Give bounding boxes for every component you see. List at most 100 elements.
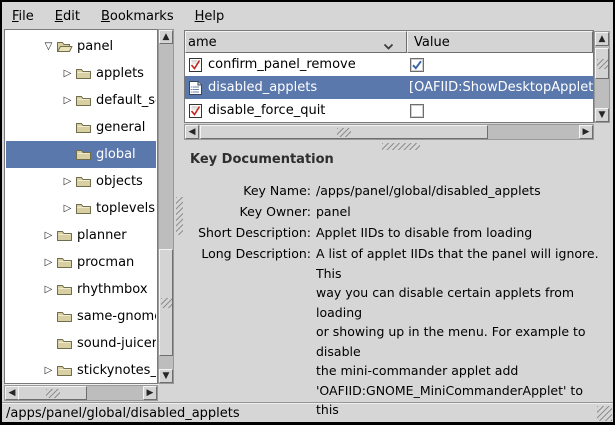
- folder-icon: [75, 121, 94, 135]
- tree-item-label: rhythmbox: [75, 282, 148, 297]
- tree-item-stickynotes[interactable]: ▷ stickynotes_: [6, 357, 156, 382]
- key-name-cell: confirm_panel_remove: [185, 57, 407, 72]
- key-name-label: confirm_panel_remove: [208, 57, 356, 72]
- vertical-pane-splitter[interactable]: [175, 29, 183, 401]
- tree-hscrollbar[interactable]: ◀ ▶: [4, 385, 158, 401]
- window-resize-grip[interactable]: [597, 406, 612, 421]
- folder-icon: [75, 175, 94, 189]
- expander-closed-icon[interactable]: ▷: [41, 231, 56, 241]
- expander-closed-icon[interactable]: ▷: [41, 366, 56, 376]
- list-vscrollbar[interactable]: ▲ ▼: [594, 31, 610, 123]
- tree-hscroll-thumb[interactable]: [18, 386, 87, 400]
- tree-item-objects[interactable]: ▷ objects: [6, 168, 156, 195]
- bool-key-icon: [188, 58, 203, 72]
- folder-icon: [56, 256, 75, 270]
- doc-field-label: Key Owner:: [184, 202, 314, 222]
- scroll-left-arrow-icon[interactable]: ◀: [185, 125, 199, 139]
- doc-field-label: Long Description:: [184, 244, 314, 425]
- tree-item-sound-juicer[interactable]: sound-juicer: [6, 330, 156, 357]
- tree-item-rhythmbox[interactable]: ▷ rhythmbox: [6, 276, 156, 303]
- key-list-header: ame Value: [185, 31, 593, 53]
- expander-closed-icon[interactable]: ▷: [60, 96, 75, 106]
- column-header-value-label: Value: [414, 35, 450, 50]
- statusbar-text: /apps/panel/global/disabled_applets: [6, 406, 240, 421]
- tree-item-label: planner: [75, 228, 127, 243]
- folder-icon: [56, 283, 75, 297]
- scroll-right-arrow-icon[interactable]: ▶: [143, 386, 157, 400]
- folder-icon: [56, 229, 75, 243]
- tree-item-applets[interactable]: ▷ applets: [6, 60, 156, 87]
- scroll-left-arrow-icon[interactable]: ◀: [5, 386, 19, 400]
- tree-vscrollbar[interactable]: ▲ ▼: [158, 29, 174, 384]
- gconf-editor-window: File Edit Bookmarks Help ▽ panel ▷ applets ▷def…: [0, 0, 615, 425]
- menu-edit[interactable]: Edit: [53, 9, 82, 24]
- expander-closed-icon[interactable]: ▷: [41, 285, 56, 295]
- scroll-up-arrow-icon[interactable]: ▲: [159, 30, 173, 44]
- folder-icon: [75, 202, 94, 216]
- tree-item-label: global: [94, 147, 136, 162]
- menu-file[interactable]: File: [10, 9, 36, 24]
- folder-icon: [56, 364, 75, 378]
- folder-icon: [75, 67, 94, 81]
- tree-item-label: panel: [75, 39, 113, 54]
- tree-item-label: objects: [94, 174, 143, 189]
- tree-item-default-se[interactable]: ▷default_se: [6, 87, 156, 114]
- column-header-name-label: ame: [188, 35, 217, 50]
- doc-field-value: A list of applet IIDs that the panel wil…: [316, 244, 608, 425]
- scroll-down-arrow-icon[interactable]: ▼: [159, 369, 173, 383]
- thumb-grip-icon: [46, 389, 60, 398]
- expander-closed-icon[interactable]: ▷: [60, 204, 75, 214]
- key-row-confirm-panel-remove[interactable]: confirm_panel_remove: [185, 53, 593, 76]
- key-documentation: Key Name:/apps/panel/global/disabled_app…: [184, 181, 611, 425]
- list-hscrollbar[interactable]: ◀ ▶: [184, 124, 594, 140]
- doc-field-short-description: Short Description:Applet IIDs to disable…: [184, 223, 611, 243]
- doc-field-value: panel: [316, 202, 608, 222]
- tree-item-label: stickynotes_: [75, 363, 156, 378]
- statusbar: /apps/panel/global/disabled_applets: [2, 402, 613, 422]
- expander-open-icon[interactable]: ▽: [41, 42, 56, 52]
- tree-item-global[interactable]: global: [6, 141, 156, 168]
- horizontal-pane-splitter[interactable]: [184, 142, 611, 150]
- tree-item-same-gnome[interactable]: same-gnome: [6, 303, 156, 330]
- tree-item-label: toplevels: [94, 201, 155, 216]
- key-value-cell: [407, 104, 593, 118]
- scroll-up-arrow-icon[interactable]: ▲: [595, 32, 609, 46]
- key-name-cell: disabled_applets: [185, 80, 407, 95]
- checkbox-unchecked[interactable]: [410, 104, 424, 118]
- tree-item-general[interactable]: general: [6, 114, 156, 141]
- tree-item-procman[interactable]: ▷procman: [6, 249, 156, 276]
- tree-item-toplevels[interactable]: ▷ toplevels: [6, 195, 156, 222]
- thumb-grip-icon: [597, 59, 608, 69]
- list-vscroll-thumb[interactable]: [595, 48, 609, 79]
- folder-open-icon: [56, 40, 75, 54]
- key-value-cell: [OAFIID:ShowDesktopApplet]: [407, 80, 593, 95]
- thumb-grip-icon: [337, 128, 351, 137]
- key-row-disable-force-quit[interactable]: disable_force_quit: [185, 99, 593, 122]
- config-tree: ▽ panel ▷ applets ▷default_segeneral global ▷ o…: [6, 31, 156, 382]
- scroll-down-arrow-icon[interactable]: ▼: [595, 108, 609, 122]
- doc-section-title: Key Documentation: [190, 152, 334, 167]
- key-name-cell: disable_force_quit: [185, 103, 407, 118]
- folder-icon: [56, 310, 75, 324]
- bool-key-icon: [188, 104, 203, 118]
- tree-item-panel[interactable]: ▽ panel: [6, 33, 156, 60]
- column-header-name[interactable]: ame: [185, 31, 407, 53]
- expander-closed-icon[interactable]: ▷: [60, 177, 75, 187]
- tree-item-label: applets: [94, 66, 144, 81]
- config-tree-panel: ▽ panel ▷ applets ▷default_segeneral global ▷ o…: [4, 29, 158, 384]
- scroll-right-arrow-icon[interactable]: ▶: [579, 125, 593, 139]
- checkbox-checked[interactable]: [410, 58, 424, 72]
- expander-closed-icon[interactable]: ▷: [41, 258, 56, 268]
- tree-vscroll-thumb[interactable]: [159, 249, 173, 356]
- list-hscroll-thumb[interactable]: [200, 125, 488, 139]
- menu-help[interactable]: Help: [193, 9, 227, 24]
- column-header-value[interactable]: Value: [407, 31, 593, 53]
- key-name-label: disabled_applets: [208, 80, 317, 95]
- tree-item-planner[interactable]: ▷ planner: [6, 222, 156, 249]
- doc-field-key-name: Key Name:/apps/panel/global/disabled_app…: [184, 181, 611, 201]
- key-row-disabled-applets[interactable]: disabled_applets [OAFIID:ShowDesktopApple…: [185, 76, 593, 99]
- doc-field-value: /apps/panel/global/disabled_applets: [316, 181, 608, 201]
- menu-bookmarks[interactable]: Bookmarks: [99, 9, 176, 24]
- expander-closed-icon[interactable]: ▷: [60, 69, 75, 79]
- folder-icon: [56, 337, 75, 351]
